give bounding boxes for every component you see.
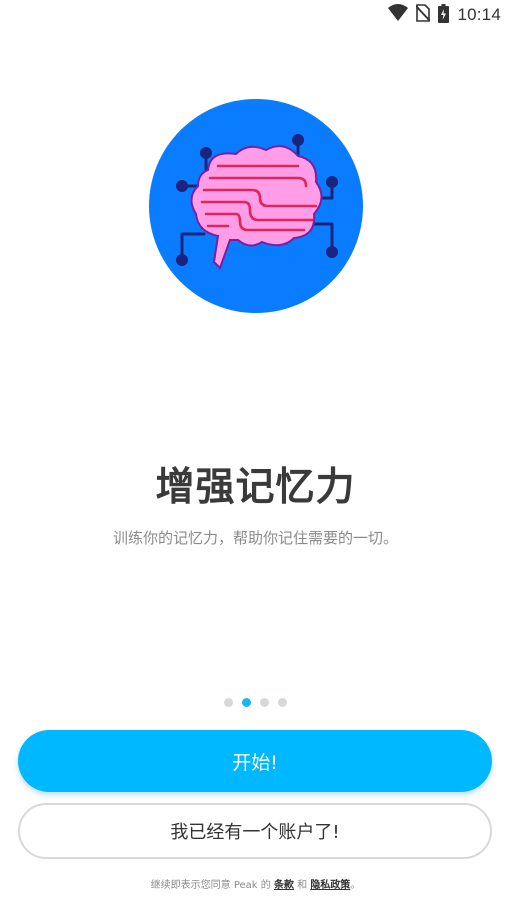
privacy-policy-link[interactable]: 隐私政策	[310, 880, 350, 891]
page-dot-3[interactable]	[260, 698, 269, 707]
legal-suffix: 。	[350, 880, 361, 891]
existing-account-button[interactable]: 我已经有一个账户了!	[18, 803, 492, 859]
battery-charging-icon	[438, 3, 450, 27]
legal-conjunction: 和	[293, 880, 311, 891]
page-indicator	[0, 698, 511, 707]
wifi-icon	[388, 4, 409, 26]
legal-notice: 继续即表示您同意 Peak 的 条款 和 隐私政策。	[0, 876, 511, 891]
page-dot-4[interactable]	[278, 698, 287, 707]
start-button[interactable]: 开始!	[18, 730, 492, 792]
brain-circuit-icon	[148, 98, 364, 314]
page-dot-2[interactable]	[242, 698, 251, 707]
no-sim-icon	[415, 4, 432, 26]
status-bar: 10:14	[0, 0, 511, 30]
legal-prefix: 继续即表示您同意 Peak 的	[150, 880, 274, 891]
status-time: 10:14	[457, 5, 501, 24]
status-icons: 10:14	[388, 3, 501, 27]
page-dot-1[interactable]	[224, 698, 233, 707]
onboarding-subtitle: 训练你的记忆力，帮助你记住需要的一切。	[112, 529, 398, 547]
terms-link[interactable]: 条款	[274, 880, 294, 891]
onboarding-title: 增强记忆力	[155, 465, 356, 510]
